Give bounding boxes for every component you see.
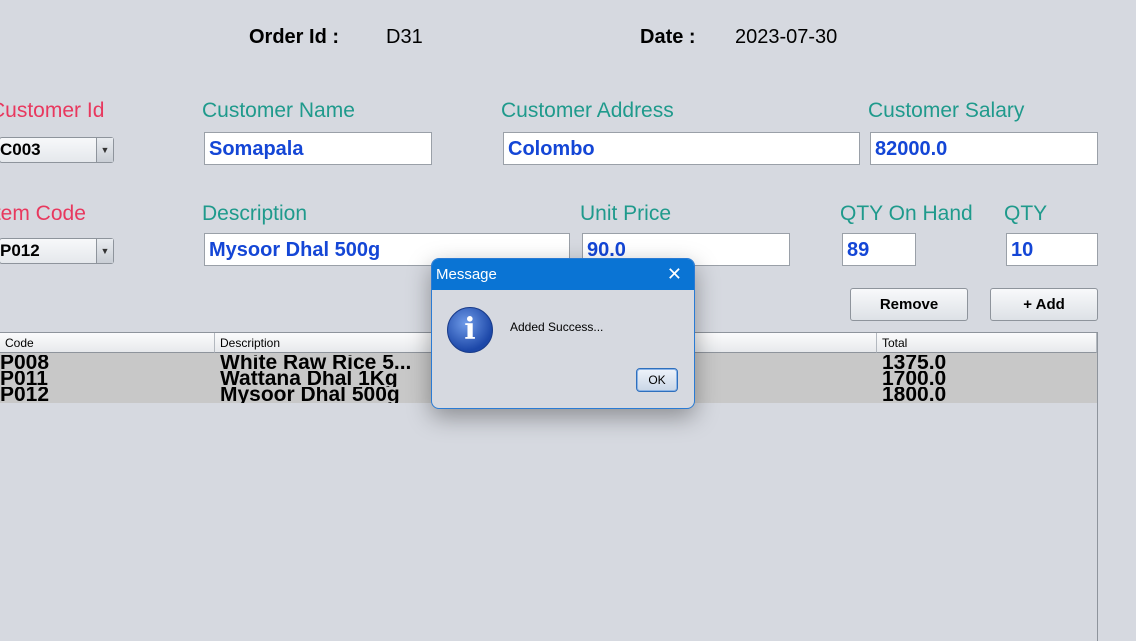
date-label: Date : <box>640 26 696 48</box>
customer-address-field[interactable]: Colombo <box>503 132 860 165</box>
column-header-code[interactable]: Code <box>0 333 215 353</box>
close-icon[interactable]: ✕ <box>667 259 682 290</box>
customer-salary-field[interactable]: 82000.0 <box>870 132 1098 165</box>
customer-name-label: Customer Name <box>202 99 355 122</box>
item-code-label: Item Code <box>0 202 86 225</box>
cell-code: P012 <box>0 387 50 403</box>
unit-price-label: Unit Price <box>580 202 672 225</box>
qty-label: QTY <box>1004 202 1048 225</box>
qty-field[interactable]: 10 <box>1006 233 1098 266</box>
chevron-down-icon[interactable]: ▼ <box>96 239 113 263</box>
customer-salary-label: Customer Salary <box>868 99 1025 122</box>
dialog-title: Message <box>436 266 497 283</box>
customer-id-value: C003 <box>0 140 41 159</box>
date-value: 2023-07-30 <box>735 26 838 48</box>
customer-id-combo[interactable]: C003 ▼ <box>0 137 114 163</box>
customer-name-field[interactable]: Somapala <box>204 132 432 165</box>
customer-id-label: Customer Id <box>0 99 105 122</box>
cell-total: 1800.0 <box>882 387 947 403</box>
qty-on-hand-field[interactable]: 89 <box>842 233 916 266</box>
dialog-message: Added Success... <box>510 320 604 334</box>
customer-address-label: Customer Address <box>501 99 674 122</box>
remove-button[interactable]: Remove <box>850 288 968 321</box>
order-id-label: Order Id : <box>249 26 340 48</box>
order-id-value: D31 <box>386 26 423 48</box>
ok-button[interactable]: OK <box>636 368 678 392</box>
qty-on-hand-label: QTY On Hand <box>840 202 973 225</box>
item-code-combo[interactable]: P012 ▼ <box>0 238 114 264</box>
dialog-title-bar[interactable]: Message ✕ <box>432 259 694 290</box>
column-header-total[interactable]: Total <box>877 333 1097 353</box>
add-button[interactable]: + Add <box>990 288 1098 321</box>
item-code-value: P012 <box>0 241 40 260</box>
message-dialog[interactable]: Message ✕ i Added Success... OK <box>431 258 695 409</box>
chevron-down-icon[interactable]: ▼ <box>96 138 113 162</box>
description-label: Description <box>202 202 308 225</box>
info-icon: i <box>447 307 493 353</box>
